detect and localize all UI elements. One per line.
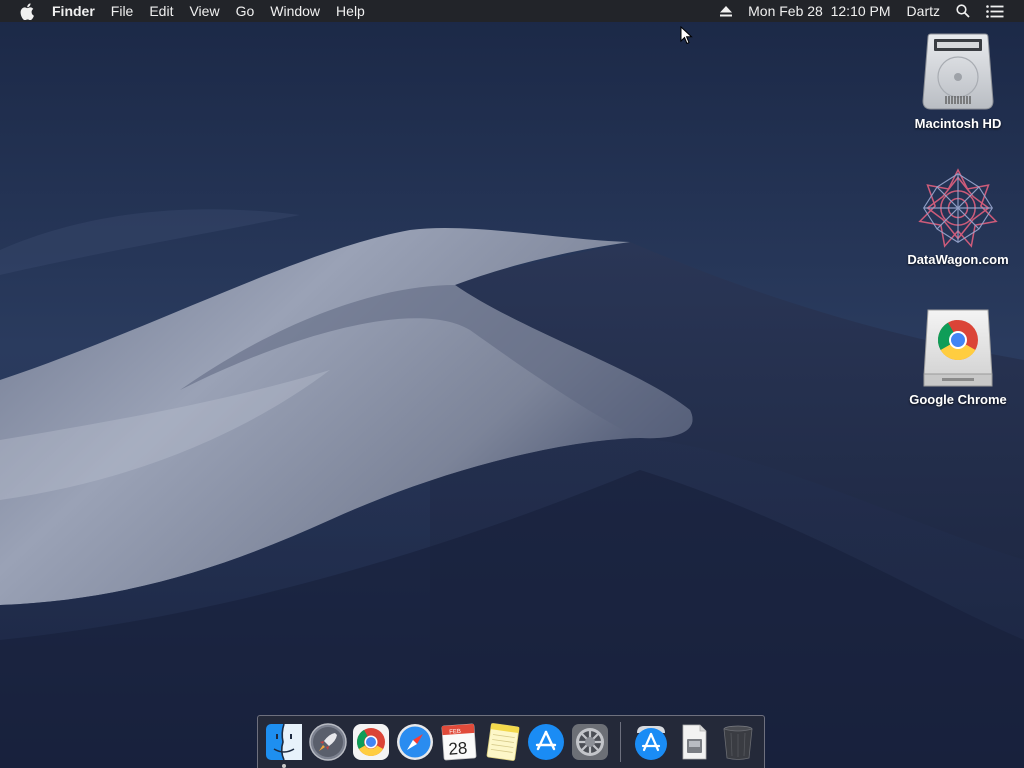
dock-launchpad[interactable]: [306, 720, 350, 764]
dock-separator: [619, 722, 621, 762]
trash-icon: [723, 725, 753, 760]
launchpad-rocket-icon: [308, 723, 347, 761]
desktop-wallpaper: [0, 0, 1024, 768]
app-store-icon: [528, 724, 565, 760]
desktop-icon-google-chrome[interactable]: Google Chrome: [903, 308, 1013, 407]
menu-bar: Finder File Edit View Go Window Help Mon…: [0, 0, 1024, 22]
desktop-icon-datawagon[interactable]: DataWagon.com: [903, 168, 1013, 267]
calendar-month: FEB: [449, 729, 461, 736]
mouse-cursor-icon: [680, 26, 693, 45]
menu-window[interactable]: Window: [262, 0, 328, 22]
desktop-icon-label: Google Chrome: [909, 392, 1007, 407]
dock-applications-folder[interactable]: [629, 720, 673, 764]
eject-icon[interactable]: [712, 0, 740, 22]
dock-app-store[interactable]: [524, 720, 568, 764]
dock: FEB 28: [257, 715, 765, 768]
menu-file[interactable]: File: [103, 0, 142, 22]
notes-icon: [486, 723, 519, 761]
spotlight-search-icon[interactable]: [948, 0, 978, 22]
applications-folder-icon: [634, 726, 667, 760]
menu-view[interactable]: View: [181, 0, 227, 22]
network-volume-icon: [918, 168, 998, 248]
calendar-day: 28: [448, 738, 468, 758]
dock-calendar[interactable]: FEB 28: [437, 720, 481, 764]
desktop-icon-label: DataWagon.com: [907, 252, 1009, 267]
menu-user-name[interactable]: Dartz: [899, 0, 948, 22]
dock-notes[interactable]: [481, 720, 525, 764]
menu-bar-left: Finder File Edit View Go Window Help: [0, 0, 373, 22]
dock-google-chrome[interactable]: [349, 720, 393, 764]
disk-image-document-icon: [683, 724, 707, 760]
menu-edit[interactable]: Edit: [141, 0, 181, 22]
chrome-icon: [353, 724, 390, 760]
menu-help[interactable]: Help: [328, 0, 373, 22]
dock-finder[interactable]: [262, 720, 306, 768]
menu-clock[interactable]: Mon Feb 28 12:10 PM: [740, 0, 898, 22]
dock-trash[interactable]: [716, 720, 760, 764]
notification-center-icon[interactable]: [978, 0, 1012, 22]
system-preferences-gear-icon: [572, 724, 608, 760]
hard-drive-icon: [918, 32, 998, 112]
chrome-disk-image-icon: [918, 308, 998, 388]
calendar-icon: FEB 28: [441, 723, 477, 761]
running-indicator: [282, 764, 286, 768]
desktop-icon-label: Macintosh HD: [914, 116, 1002, 131]
finder-icon: [265, 723, 302, 761]
dock-safari[interactable]: [393, 720, 437, 764]
dock-system-preferences[interactable]: [568, 720, 612, 764]
safari-compass-icon: [397, 724, 434, 760]
menu-bar-right: Mon Feb 28 12:10 PM Dartz: [712, 0, 1024, 22]
menu-go[interactable]: Go: [228, 0, 263, 22]
dock-downloads[interactable]: [673, 720, 717, 764]
desktop-icon-macintosh-hd[interactable]: Macintosh HD: [903, 32, 1013, 131]
menu-app-finder[interactable]: Finder: [44, 0, 103, 22]
apple-logo-icon[interactable]: [18, 0, 36, 22]
